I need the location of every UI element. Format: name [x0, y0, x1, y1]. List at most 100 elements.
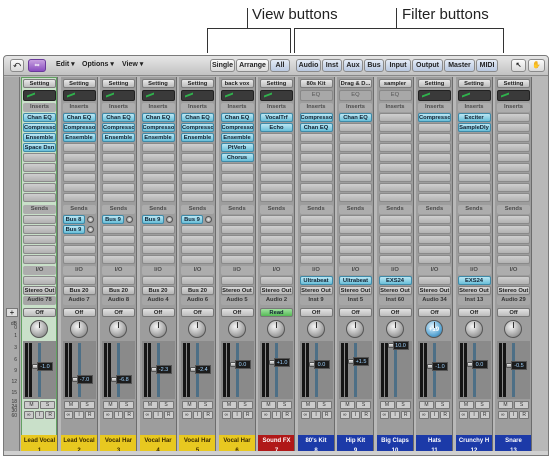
automation-mode[interactable]: Off — [102, 308, 135, 317]
record-input-buttons[interactable]: ∞ I R — [182, 411, 214, 419]
record-button[interactable]: R — [440, 411, 451, 419]
automation-mode[interactable]: Off — [418, 308, 451, 317]
empty-send-slot[interactable] — [418, 245, 451, 254]
output-slot[interactable]: Stereo Out — [497, 286, 530, 295]
empty-insert-slot[interactable] — [378, 133, 412, 142]
insert-slot[interactable]: Compresso — [23, 123, 56, 132]
send-slot[interactable]: Bus 9 — [181, 215, 203, 224]
empty-insert-slot[interactable] — [23, 193, 56, 202]
solo-button[interactable]: S — [474, 401, 490, 409]
link-button[interactable]: ∞ — [261, 411, 271, 419]
empty-send-slot[interactable] — [181, 245, 214, 254]
record-button[interactable]: R — [479, 411, 490, 419]
empty-insert-slot[interactable] — [141, 143, 175, 152]
mute-solo-buttons[interactable]: MS — [498, 401, 529, 409]
insert-slot[interactable]: Chan EQ — [62, 113, 96, 122]
input-monitor-button[interactable]: I — [153, 411, 163, 419]
empty-send-slot[interactable] — [497, 255, 530, 264]
eq-thumbnail[interactable] — [181, 90, 214, 101]
eq-thumbnail[interactable] — [102, 90, 135, 101]
empty-insert-slot[interactable] — [23, 163, 56, 172]
mute-solo-buttons[interactable]: MS — [340, 401, 371, 409]
setting-button[interactable]: Setting — [418, 79, 451, 88]
empty-insert-slot[interactable] — [62, 143, 96, 152]
input-monitor-button[interactable]: I — [390, 411, 400, 419]
empty-insert-slot[interactable] — [497, 113, 530, 122]
empty-send-slot[interactable] — [339, 255, 372, 264]
record-input-buttons[interactable]: ∞ I R — [498, 411, 530, 419]
send-slot[interactable]: Bus 8 — [62, 215, 85, 224]
empty-send-slot[interactable] — [260, 235, 293, 244]
empty-send-slot[interactable] — [418, 225, 451, 234]
setting-button[interactable]: Setting — [497, 79, 530, 88]
channel-strip[interactable]: 80s Kit EQ Inserts Compresso Chan EQ Sends I/O… — [297, 77, 335, 455]
mute-button[interactable]: M — [261, 401, 276, 409]
empty-insert-slot[interactable] — [339, 133, 372, 142]
empty-insert-slot[interactable] — [299, 133, 333, 142]
automation-mode[interactable]: Off — [378, 308, 412, 317]
insert-slot[interactable]: Compresso — [220, 123, 254, 132]
output-slot[interactable]: Stereo Out — [378, 286, 412, 295]
solo-button[interactable]: S — [40, 401, 55, 409]
mute-solo-buttons[interactable]: MS — [379, 401, 411, 409]
empty-send-slot[interactable] — [457, 225, 491, 234]
empty-insert-slot[interactable] — [62, 153, 96, 162]
empty-insert-slot[interactable] — [299, 153, 333, 162]
input-monitor-button[interactable]: I — [113, 411, 124, 419]
fader-track[interactable] — [235, 343, 239, 397]
output-slot[interactable]: Bus 20 — [181, 286, 214, 295]
empty-insert-slot[interactable] — [378, 143, 412, 152]
channel-strip[interactable]: Setting Inserts Chan EQ Compresso Ensemble Sp… — [21, 77, 58, 455]
empty-insert-slot[interactable] — [497, 143, 530, 152]
send-level-knob[interactable] — [86, 226, 94, 233]
record-button[interactable]: R — [45, 411, 56, 419]
empty-send-slot[interactable] — [62, 235, 96, 244]
empty-send-slot[interactable] — [418, 215, 451, 224]
view-button-arrange[interactable]: Arrange — [236, 59, 269, 72]
record-input-buttons[interactable]: ∞ I R — [221, 411, 253, 419]
input-slot[interactable]: Ultrabeat — [299, 276, 333, 285]
empty-insert-slot[interactable] — [220, 173, 254, 182]
channel-strip[interactable]: sampler EQ Inserts Sends I/O EXS24 Stereo Out I… — [376, 77, 414, 455]
mute-button[interactable]: M — [103, 401, 118, 409]
empty-insert-slot[interactable] — [220, 183, 254, 192]
mute-solo-buttons[interactable]: MS — [419, 401, 450, 409]
channel-strip[interactable]: Setting Inserts Compresso Sends I/O Stereo Ou… — [416, 77, 453, 455]
mute-solo-buttons[interactable]: MS — [24, 401, 55, 409]
filter-button-master[interactable]: Master — [444, 59, 475, 72]
empty-send-slot[interactable] — [23, 225, 56, 234]
empty-insert-slot[interactable] — [418, 163, 451, 172]
empty-insert-slot[interactable] — [181, 173, 214, 182]
empty-insert-slot[interactable] — [497, 173, 530, 182]
setting-button[interactable]: Setting — [457, 79, 491, 88]
output-slot[interactable]: Stereo Out — [23, 286, 56, 295]
insert-slot[interactable]: Compresso — [102, 123, 135, 132]
filter-button-audio[interactable]: Audio — [296, 59, 321, 72]
solo-button[interactable]: S — [119, 401, 134, 409]
edit-menu[interactable]: Edit ▾ — [56, 60, 75, 68]
link-icon[interactable]: ∞ — [28, 59, 46, 72]
pan-knob[interactable] — [69, 320, 88, 338]
pan-knob[interactable] — [464, 320, 483, 338]
automation-mode[interactable]: Off — [23, 308, 56, 317]
empty-send-slot[interactable] — [220, 225, 254, 234]
mute-button[interactable]: M — [458, 401, 474, 409]
mute-button[interactable]: M — [419, 401, 434, 409]
empty-send-slot[interactable] — [418, 235, 451, 244]
insert-slot[interactable]: Chan EQ — [141, 113, 175, 122]
empty-insert-slot[interactable] — [418, 133, 451, 142]
input-slot[interactable] — [102, 276, 135, 285]
channel-strip[interactable]: Setting Inserts Chan EQ Compresso Ensemble Se… — [100, 77, 137, 455]
input-monitor-button[interactable]: I — [469, 411, 479, 419]
send-level-knob[interactable] — [86, 216, 94, 223]
automation-mode[interactable]: Off — [457, 308, 491, 317]
empty-send-slot[interactable] — [260, 225, 293, 234]
filter-button-output[interactable]: Output — [412, 59, 443, 72]
automation-mode[interactable]: Off — [62, 308, 96, 317]
insert-slot[interactable]: Ensemble — [23, 133, 56, 142]
bottom-scrollbar[interactable] — [4, 451, 548, 455]
link-button[interactable]: ∞ — [142, 411, 153, 419]
fader-track[interactable] — [393, 343, 397, 397]
fader-track[interactable] — [472, 343, 476, 397]
automation-mode[interactable]: Off — [181, 308, 214, 317]
